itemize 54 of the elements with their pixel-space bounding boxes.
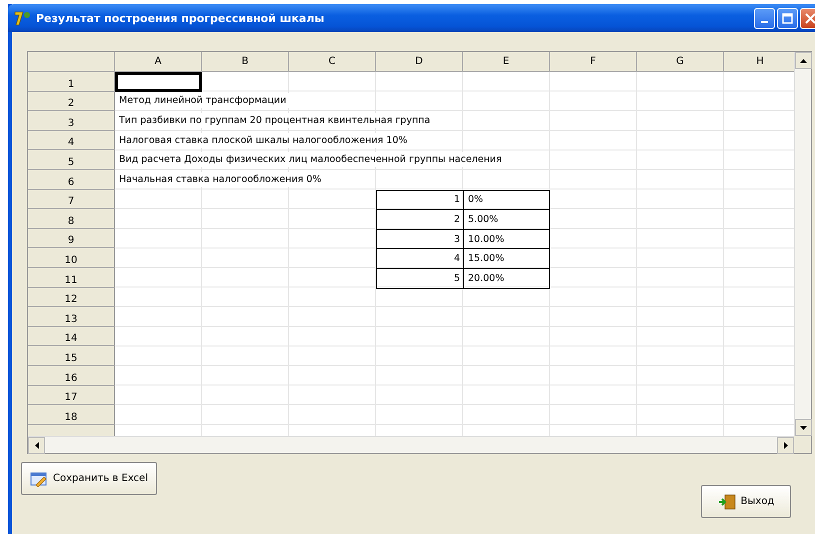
save-excel-button[interactable]: Сохранить в Excel (21, 462, 157, 495)
scroll-right-icon (784, 442, 788, 449)
table-cell: 0% (463, 190, 550, 210)
scroll-left-icon (34, 442, 38, 449)
close-icon (805, 12, 815, 24)
table-cell: 10.00% (463, 228, 550, 250)
table-cell: 1 (376, 190, 463, 210)
vertical-scrollbar[interactable] (794, 52, 811, 436)
maximize-icon (782, 12, 793, 24)
row-header: 2 (28, 92, 115, 112)
row-header: 9 (28, 228, 115, 248)
column-header: H (724, 52, 794, 72)
cell-text: Метод линейной трансформации (119, 93, 290, 108)
table-cell: 5.00% (463, 209, 550, 230)
row-header: 10 (28, 248, 115, 268)
scrollbar-corner (794, 436, 811, 453)
row-header: 13 (28, 307, 115, 327)
row-header: 7 (28, 190, 115, 210)
column-header: F (550, 52, 637, 72)
row-header: 15 (28, 346, 115, 366)
row-header: 16 (28, 366, 115, 386)
pencil-window-icon (30, 470, 48, 486)
column-header: G (637, 52, 724, 72)
row-header: 5 (28, 150, 115, 170)
table-cell: 15.00% (463, 248, 550, 269)
row-header: 4 (28, 130, 115, 150)
column-header: B (202, 52, 289, 72)
row-header: 17 (28, 386, 115, 406)
close-button[interactable] (800, 8, 815, 28)
table-cell: 5 (376, 268, 463, 289)
app-icon (14, 10, 32, 26)
row-header: 11 (28, 268, 115, 288)
row-header: 14 (28, 326, 115, 346)
column-header: D (376, 52, 463, 72)
scroll-down-icon (800, 426, 807, 430)
row-header: 3 (28, 111, 115, 131)
exit-button[interactable]: Выход (701, 485, 791, 518)
column-header: E (463, 52, 550, 72)
table-cell: 20.00% (463, 268, 550, 289)
row-header: 18 (28, 405, 115, 425)
column-header: C (289, 52, 376, 72)
row-header: 6 (28, 170, 115, 190)
row-header: 1 (28, 72, 115, 92)
row-header: 12 (28, 288, 115, 308)
column-header: A (115, 52, 202, 72)
scroll-up-icon (800, 58, 807, 62)
window-title: Результат построения прогрессивной шкалы (36, 12, 326, 24)
horizontal-scrollbar[interactable] (28, 436, 794, 453)
row-header: 8 (28, 209, 115, 229)
minimize-button[interactable] (754, 8, 775, 28)
maximize-button[interactable] (777, 8, 798, 28)
door-exit-icon (718, 494, 736, 510)
active-cell[interactable] (115, 72, 202, 92)
minimize-icon (761, 21, 768, 23)
